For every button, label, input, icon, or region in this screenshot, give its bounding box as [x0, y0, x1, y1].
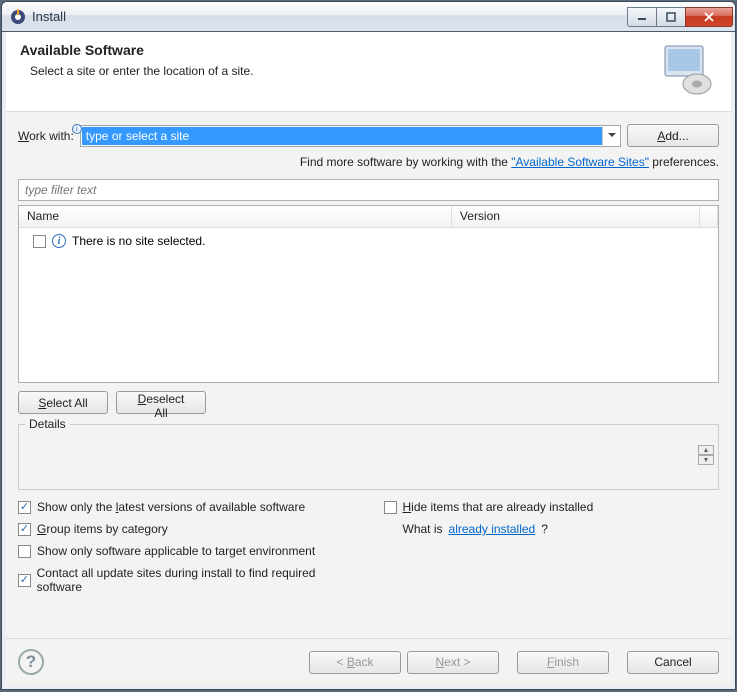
checkbox-icon[interactable]	[18, 523, 31, 536]
selection-buttons: Select All Deselect All	[18, 391, 719, 414]
page-title: Available Software	[20, 42, 657, 58]
finish-button[interactable]: Finish	[517, 651, 609, 674]
filter-input[interactable]	[18, 179, 719, 201]
checkbox-icon[interactable]	[18, 545, 31, 558]
checkbox-icon[interactable]	[384, 501, 397, 514]
info-icon: i	[52, 234, 66, 248]
details-spinner[interactable]: ▲ ▼	[698, 445, 714, 465]
titlebar[interactable]: Install	[2, 2, 735, 32]
back-button[interactable]: < Back	[309, 651, 401, 674]
window-controls	[628, 7, 733, 27]
empty-message: There is no site selected.	[72, 234, 205, 248]
column-name[interactable]: Name	[19, 206, 452, 227]
checkbox-icon[interactable]	[18, 574, 31, 587]
row-checkbox[interactable]	[33, 235, 46, 248]
dialog-header: Available Software Select a site or ente…	[6, 32, 731, 112]
workwith-combo[interactable]: type or select a site	[80, 125, 621, 147]
maximize-button[interactable]	[656, 7, 686, 27]
tree-body: i There is no site selected.	[19, 228, 718, 382]
cancel-button[interactable]: Cancel	[627, 651, 719, 674]
column-spacer	[700, 206, 718, 227]
sites-hint: Find more software by working with the "…	[18, 155, 719, 169]
checkbox-icon[interactable]	[18, 501, 31, 514]
opt-latest[interactable]: Show only the latest versions of availab…	[18, 500, 354, 514]
info-badge-icon: i	[72, 124, 82, 134]
options-area: Show only the latest versions of availab…	[18, 500, 719, 594]
details-group: Details ▲ ▼	[18, 424, 719, 490]
workwith-value[interactable]: type or select a site	[82, 127, 602, 145]
close-button[interactable]	[685, 7, 733, 27]
select-all-button[interactable]: Select All	[18, 391, 108, 414]
spinner-down-icon[interactable]: ▼	[698, 455, 714, 465]
help-icon[interactable]: ?	[18, 649, 44, 675]
add-button[interactable]: Add...	[627, 124, 719, 147]
spinner-up-icon[interactable]: ▲	[698, 445, 714, 455]
dialog-content: Available Software Select a site or ente…	[2, 32, 735, 689]
chevron-down-icon[interactable]	[602, 126, 620, 146]
deselect-all-button[interactable]: Deselect All	[116, 391, 206, 414]
details-label: Details	[25, 417, 70, 431]
already-installed-link[interactable]: already installed	[449, 522, 536, 536]
what-installed: What is already installed?	[384, 522, 720, 536]
page-subtitle: Select a site or enter the location of a…	[20, 64, 657, 78]
column-version[interactable]: Version	[452, 206, 700, 227]
opt-contact[interactable]: Contact all update sites during install …	[18, 566, 354, 594]
install-dialog: Install Available Software Select a site…	[1, 1, 736, 690]
workwith-label: Work with: i	[18, 129, 74, 143]
tree-row[interactable]: i There is no site selected.	[25, 232, 712, 250]
window-title: Install	[32, 9, 628, 24]
app-icon	[10, 9, 26, 25]
opt-target[interactable]: Show only software applicable to target …	[18, 544, 354, 558]
available-sites-link[interactable]: "Available Software Sites"	[511, 155, 649, 169]
dialog-body: Work with: i type or select a site Add..…	[6, 112, 731, 638]
opt-hide[interactable]: Hide items that are already installed	[384, 500, 720, 514]
opt-group[interactable]: Group items by category	[18, 522, 354, 536]
software-tree[interactable]: Name Version i There is no site selected…	[18, 205, 719, 383]
dialog-footer: ? < Back Next > Finish Cancel	[6, 638, 731, 685]
next-button[interactable]: Next >	[407, 651, 499, 674]
install-icon	[657, 42, 717, 97]
tree-header: Name Version	[19, 206, 718, 228]
workwith-row: Work with: i type or select a site Add..…	[18, 124, 719, 147]
minimize-button[interactable]	[627, 7, 657, 27]
